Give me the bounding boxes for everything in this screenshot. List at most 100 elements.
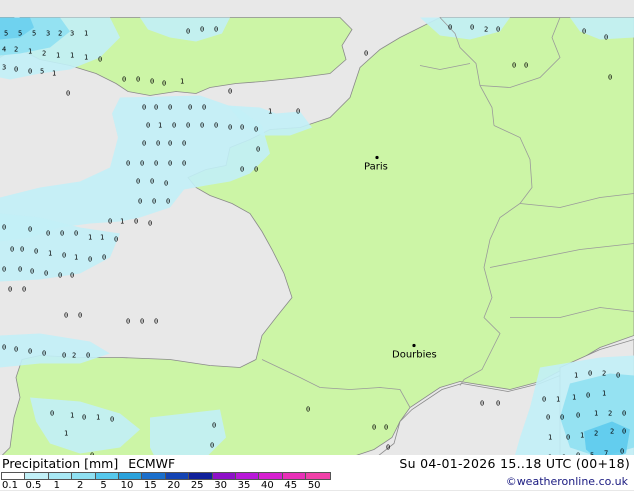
svg-text:0: 0 bbox=[134, 218, 138, 226]
svg-text:0: 0 bbox=[172, 122, 176, 130]
svg-text:1: 1 bbox=[96, 414, 100, 422]
svg-text:0: 0 bbox=[210, 442, 214, 450]
svg-text:0: 0 bbox=[182, 140, 186, 148]
svg-text:2: 2 bbox=[484, 26, 488, 34]
scale-tick-label: 50 bbox=[307, 480, 321, 491]
svg-text:0: 0 bbox=[566, 434, 570, 442]
svg-text:0: 0 bbox=[480, 400, 484, 408]
svg-text:1: 1 bbox=[268, 108, 272, 116]
svg-text:0: 0 bbox=[254, 126, 258, 134]
svg-text:1: 1 bbox=[74, 254, 78, 262]
scale-swatch bbox=[164, 472, 191, 480]
svg-text:0: 0 bbox=[148, 220, 152, 228]
svg-text:0: 0 bbox=[560, 414, 564, 422]
svg-text:2: 2 bbox=[594, 430, 598, 438]
svg-text:0: 0 bbox=[622, 428, 626, 436]
svg-text:0: 0 bbox=[470, 24, 474, 32]
svg-text:0: 0 bbox=[166, 198, 170, 206]
svg-text:0: 0 bbox=[608, 74, 612, 82]
svg-text:0: 0 bbox=[448, 24, 452, 32]
scale-tick-label: 0.1 bbox=[2, 480, 18, 491]
svg-text:0: 0 bbox=[46, 230, 50, 238]
svg-text:0: 0 bbox=[20, 246, 24, 254]
svg-text:0: 0 bbox=[364, 50, 368, 58]
svg-text:0: 0 bbox=[162, 80, 166, 88]
svg-text:0: 0 bbox=[14, 346, 18, 354]
svg-text:0: 0 bbox=[386, 444, 390, 452]
svg-text:0: 0 bbox=[114, 236, 118, 244]
svg-text:0: 0 bbox=[582, 28, 586, 36]
svg-text:0: 0 bbox=[34, 248, 38, 256]
svg-text:0: 0 bbox=[66, 90, 70, 98]
svg-text:1: 1 bbox=[64, 430, 68, 438]
scale-swatch bbox=[235, 472, 261, 480]
precipitation-map: 5553231 42121110 3 0 0 5 10 00001 000 0020 0… bbox=[0, 17, 634, 473]
svg-text:0: 0 bbox=[228, 124, 232, 132]
svg-text:0: 0 bbox=[546, 414, 550, 422]
scale-swatch bbox=[258, 472, 285, 480]
svg-text:0: 0 bbox=[30, 268, 34, 276]
map-footer: Precipitation [mm] ECMWF Su 04-01-2026 15… bbox=[0, 455, 634, 491]
svg-text:1: 1 bbox=[594, 410, 598, 418]
svg-text:0: 0 bbox=[168, 140, 172, 148]
svg-text:0: 0 bbox=[10, 246, 14, 254]
svg-text:0: 0 bbox=[200, 122, 204, 130]
svg-text:2: 2 bbox=[58, 30, 62, 38]
svg-text:0: 0 bbox=[586, 392, 590, 400]
svg-text:0: 0 bbox=[240, 166, 244, 174]
svg-text:0: 0 bbox=[154, 318, 158, 326]
svg-text:1: 1 bbox=[572, 394, 576, 402]
scale-tick-label: 15 bbox=[144, 480, 157, 491]
color-scale bbox=[1, 472, 332, 480]
scale-swatch bbox=[47, 472, 74, 480]
svg-text:4: 4 bbox=[2, 46, 6, 54]
scale-swatch bbox=[188, 472, 215, 480]
svg-text:0: 0 bbox=[2, 344, 6, 352]
svg-text:0: 0 bbox=[616, 372, 620, 380]
svg-text:1: 1 bbox=[556, 396, 560, 404]
svg-text:3: 3 bbox=[2, 64, 6, 72]
svg-text:0: 0 bbox=[214, 122, 218, 130]
svg-text:0: 0 bbox=[256, 146, 260, 154]
svg-text:1: 1 bbox=[48, 250, 52, 258]
scale-swatch bbox=[1, 472, 27, 480]
city-dourbies-label: Dourbies bbox=[392, 350, 437, 361]
svg-text:0: 0 bbox=[154, 104, 158, 112]
svg-text:0: 0 bbox=[202, 104, 206, 112]
svg-text:1: 1 bbox=[574, 372, 578, 380]
svg-text:0: 0 bbox=[168, 160, 172, 168]
svg-text:0: 0 bbox=[8, 286, 12, 294]
legend-title: Precipitation [mm] ECMWF bbox=[2, 456, 175, 471]
scale-tick-label: 2 bbox=[77, 480, 84, 491]
svg-text:0: 0 bbox=[50, 410, 54, 418]
svg-text:0: 0 bbox=[2, 266, 6, 274]
svg-text:0: 0 bbox=[78, 312, 82, 320]
svg-text:0: 0 bbox=[86, 352, 90, 360]
svg-text:2: 2 bbox=[608, 410, 612, 418]
svg-text:0: 0 bbox=[122, 76, 126, 84]
svg-text:5: 5 bbox=[18, 30, 22, 38]
model-name: ECMWF bbox=[128, 456, 176, 471]
svg-text:0: 0 bbox=[70, 272, 74, 280]
scale-tick-label: 30 bbox=[214, 480, 227, 491]
svg-text:0: 0 bbox=[588, 370, 592, 378]
scale-tick-label: 5 bbox=[100, 480, 107, 491]
svg-text:0: 0 bbox=[200, 26, 204, 34]
svg-text:0: 0 bbox=[622, 410, 626, 418]
svg-text:0: 0 bbox=[28, 348, 32, 356]
forecast-datetime: Su 04-01-2026 15..18 UTC (00+18) bbox=[399, 456, 630, 471]
scale-tick-label: 40 bbox=[261, 480, 274, 491]
scale-tick-label: 20 bbox=[167, 480, 181, 491]
svg-text:0: 0 bbox=[512, 62, 516, 70]
svg-text:0: 0 bbox=[140, 318, 144, 326]
svg-text:0: 0 bbox=[214, 26, 218, 34]
svg-text:0: 0 bbox=[188, 104, 192, 112]
svg-text:0: 0 bbox=[156, 140, 160, 148]
svg-text:0: 0 bbox=[182, 160, 186, 168]
svg-text:2: 2 bbox=[602, 370, 606, 378]
legend-variable: Precipitation [mm] bbox=[2, 456, 119, 471]
svg-text:0: 0 bbox=[126, 160, 130, 168]
svg-text:0: 0 bbox=[42, 350, 46, 358]
svg-text:0: 0 bbox=[240, 124, 244, 132]
svg-text:0: 0 bbox=[136, 178, 140, 186]
